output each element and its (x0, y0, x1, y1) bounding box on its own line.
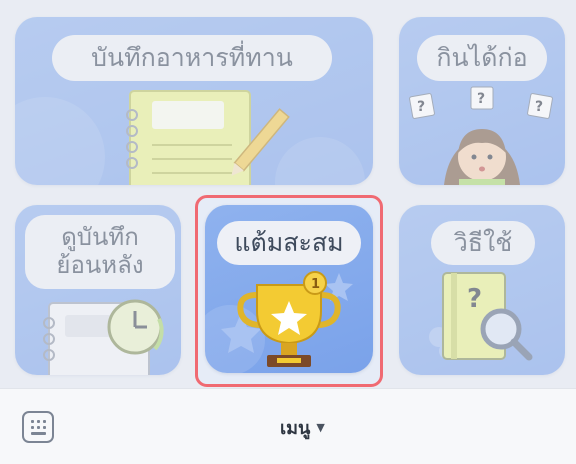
tile-label-text: วิธีใช้ (453, 227, 513, 257)
bottom-bar: เมนู ▼ (0, 388, 576, 464)
tile-label-history: ดูบันทึก ย้อนหลัง (25, 215, 175, 289)
tile-label-can-eat: กินได้ก่อ (417, 35, 547, 81)
chevron-down-icon: ▼ (316, 420, 325, 434)
tile-label-text: แต้มสะสม (234, 227, 344, 257)
tile-food-diary[interactable]: บันทึกอาหารที่ทาน (15, 17, 373, 185)
svg-text:?: ? (417, 99, 425, 115)
tile-label-how-to: วิธีใช้ (431, 221, 535, 265)
svg-text:?: ? (477, 91, 485, 107)
tile-history[interactable]: ดูบันทึก ย้อนหลัง (15, 205, 181, 375)
tile-label-line1: ดูบันทึก (61, 223, 139, 252)
tile-can-eat[interactable]: กินได้ก่อ ??? (399, 17, 565, 185)
menu-toggle-button[interactable]: เมนู ▼ (280, 413, 325, 441)
magnifier-book-icon: ? (429, 272, 533, 361)
tile-label-text: บันทึกอาหารที่ทาน (91, 42, 293, 72)
tile-points[interactable]: แต้มสะสม 1 (205, 205, 373, 373)
notebook-pencil-icon (126, 90, 290, 185)
tile-label-line2: ย้อนหลัง (56, 251, 144, 279)
menu-toggle-label: เมนู (280, 417, 311, 439)
svg-text:?: ? (467, 284, 482, 314)
svg-text:?: ? (535, 99, 543, 115)
points-badge: 1 (311, 277, 320, 292)
history-notebook-clock-icon (43, 299, 164, 375)
trophy-star-icon: 1 (221, 271, 353, 367)
bg-bubble (15, 97, 105, 185)
tile-label-food-diary: บันทึกอาหารที่ทาน (52, 35, 332, 81)
rich-menu: บันทึกอาหารที่ทาน กินได้ก่อ ? ? ? ดูบันท… (0, 0, 576, 388)
tile-label-text: กินได้ก่อ (436, 42, 528, 72)
tile-how-to[interactable]: วิธีใช้ ? (399, 205, 565, 375)
confused-person-icon: ??? (409, 86, 553, 185)
keyboard-icon[interactable] (22, 411, 54, 443)
tile-label-points: แต้มสะสม (217, 221, 361, 265)
